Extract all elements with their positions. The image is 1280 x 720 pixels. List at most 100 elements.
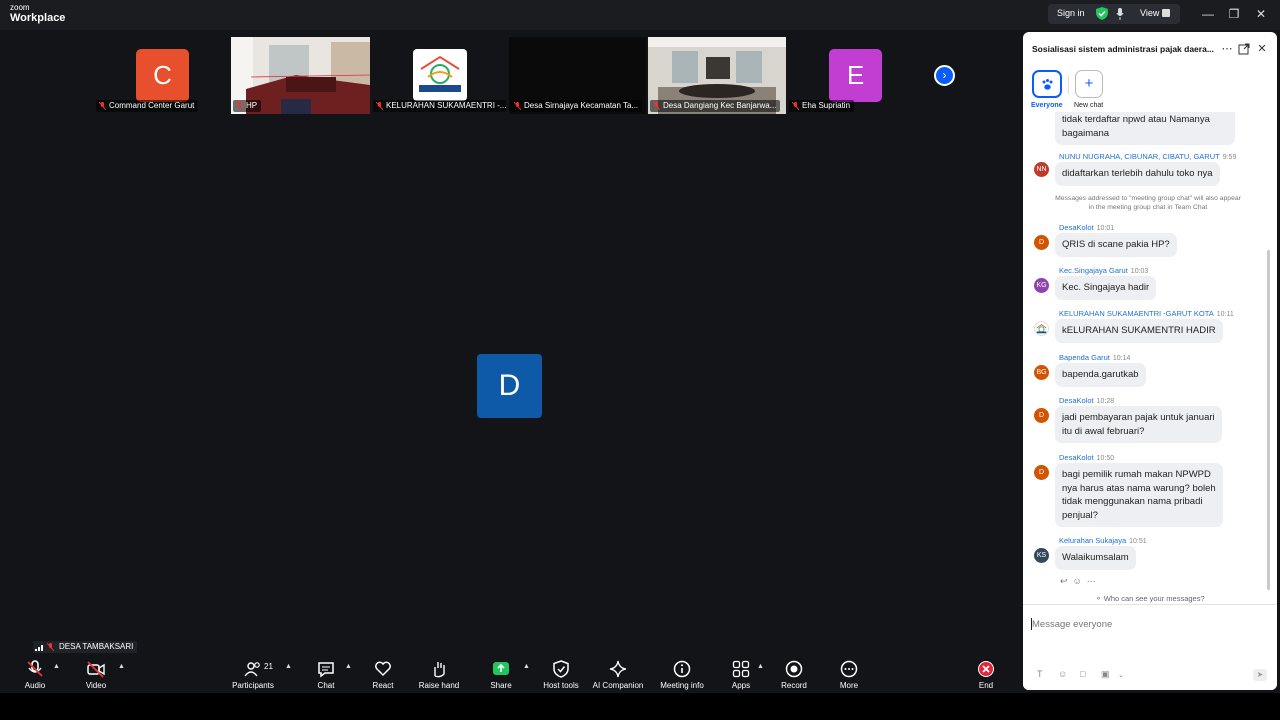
sender-name: DesaKolot [1059, 396, 1094, 405]
muted-mic-icon [653, 102, 660, 110]
participant-name-label: HP [233, 100, 262, 112]
video-tile[interactable]: HP [231, 37, 370, 114]
bottom-strip [0, 693, 1280, 720]
emoji-icon[interactable]: ☺ [1058, 669, 1067, 679]
tab-new-chat[interactable]: + [1075, 70, 1103, 98]
who-can-see-link[interactable]: ⚬ Who can see your messages? [1023, 594, 1277, 603]
more-options-icon[interactable]: ⋯ [1221, 43, 1233, 55]
share-label: Share [490, 681, 512, 690]
raise-hand-label: Raise hand [418, 681, 460, 690]
ai-companion-label: AI Companion [592, 681, 644, 690]
video-button[interactable]: Video [66, 657, 126, 691]
sender-avatar: BG [1034, 365, 1049, 380]
participant-name: Desa Sirnajaya Kecamatan Ta... [524, 101, 639, 110]
chat-label: Chat [317, 681, 335, 690]
participants-caret-icon[interactable]: ▲ [285, 663, 292, 670]
chat-title: Sosialisasi sistem administrasi pajak da… [1032, 44, 1214, 54]
brand-small: zoom [10, 3, 30, 12]
shield-check-icon[interactable] [1096, 7, 1108, 20]
message-input-area[interactable]: Message everyone T ☺ □ ▣ ⌄ ➤ [1023, 604, 1277, 690]
record-button[interactable]: Record [764, 657, 824, 691]
message-bubble: tidak terdaftar npwd atau Namanya bagaim… [1055, 112, 1235, 145]
file-icon[interactable]: □ [1080, 669, 1085, 679]
raise-hand-button[interactable]: Raise hand [409, 657, 469, 691]
video-tile[interactable]: C Command Center Garut [94, 37, 231, 114]
grid-view-icon[interactable] [1162, 9, 1170, 17]
brand-main: Workplace [10, 12, 66, 24]
send-icon[interactable]: ➤ [1253, 669, 1267, 681]
sender-name: Kec.Singajaya Garut [1059, 266, 1128, 275]
message-time: 10:03 [1130, 268, 1149, 275]
screenshot-options-caret-icon[interactable]: ⌄ [1118, 671, 1124, 679]
apps-caret-icon[interactable]: ▲ [757, 663, 764, 670]
participant-name-label: Command Center Garut [96, 100, 199, 112]
sender-line: DesaKolot 10:28 [1059, 396, 1114, 405]
muted-mic-icon [236, 102, 243, 110]
ai-companion-button[interactable]: AI Companion [588, 657, 648, 691]
meeting-toolbar: Audio ▲ Video ▲ Participants 21 ▲ Chat ▲… [0, 655, 1022, 693]
participant-name-label: Desa Sirnajaya Kecamatan Ta... [511, 100, 643, 112]
host-tools-label: Host tools [543, 681, 579, 690]
video-tile[interactable]: Desa Sirnajaya Kecamatan Ta... [509, 37, 646, 114]
video-tile[interactable]: Desa Dangiang Kec Banjarwa... [648, 37, 786, 114]
message-bubble: Kec. Singajaya hadir [1055, 276, 1157, 300]
participant-name: KELURAHAN SUKAMAENTRI -... [386, 101, 506, 110]
react-button[interactable]: React [353, 657, 413, 691]
sender-line: Kec.Singajaya Garut 10:03 [1059, 266, 1148, 275]
emoji-react-icon[interactable]: ☺ [1073, 576, 1082, 586]
end-x-icon [978, 661, 994, 677]
more-button[interactable]: More [819, 657, 879, 691]
restore-icon[interactable]: ❐ [1226, 6, 1242, 22]
screenshot-icon[interactable]: ▣ [1101, 669, 1110, 680]
zoom-window: zoom Workplace Sign in View — ❐ ✕ C Comm… [0, 0, 1280, 720]
close-chat-icon[interactable]: ✕ [1256, 43, 1268, 55]
sender-line: Kelurahan Sukajaya 10:51 [1059, 536, 1147, 545]
active-speaker-name: DESA TAMBAKSARI [59, 642, 134, 651]
text-format-icon[interactable]: T [1037, 669, 1043, 679]
video-tile[interactable]: KELURAHAN SUKAMAENTRI -... [371, 37, 508, 114]
next-page-button[interactable]: › [934, 65, 955, 86]
video-options-caret-icon[interactable]: ▲ [118, 663, 125, 670]
view-button[interactable]: View [1140, 8, 1159, 18]
video-off-icon [87, 661, 105, 678]
chevron-right-icon: › [942, 68, 947, 82]
mic-status-icon[interactable] [1116, 8, 1124, 20]
apps-label: Apps [731, 681, 751, 690]
more-label: More [839, 681, 859, 690]
reply-icon[interactable]: ↩ [1060, 576, 1068, 586]
pop-out-icon[interactable] [1238, 43, 1250, 55]
participants-button[interactable]: Participants [223, 657, 283, 691]
audio-options-caret-icon[interactable]: ▲ [53, 663, 60, 670]
sender-avatar: KG [1034, 278, 1049, 293]
close-window-icon[interactable]: ✕ [1253, 6, 1269, 22]
share-button[interactable]: Share [471, 657, 531, 691]
sender-name: KELURAHAN SUKAMAENTRI -GARUT KOTA [1059, 309, 1214, 318]
react-label: React [372, 681, 394, 690]
message-bubble: Walaikumsalam [1055, 546, 1136, 570]
end-meeting-button[interactable]: End [956, 657, 1016, 691]
video-tile[interactable]: E Eha Supriatin [787, 37, 924, 114]
message-more-icon[interactable]: ⋯ [1087, 576, 1096, 586]
chat-caret-icon[interactable]: ▲ [345, 663, 352, 670]
share-caret-icon[interactable]: ▲ [523, 663, 530, 670]
system-note: Messages addressed to "meeting group cha… [1055, 195, 1241, 211]
plus-icon: + [1084, 75, 1094, 92]
participants-count: 21 [264, 662, 273, 671]
sender-line: DesaKolot 10:50 [1059, 453, 1114, 462]
host-tools-button[interactable]: Host tools [531, 657, 591, 691]
sign-in-link[interactable]: Sign in [1057, 8, 1085, 18]
meeting-info-button[interactable]: Meeting info [652, 657, 712, 691]
muted-mic-icon [47, 643, 54, 651]
chat-scrollbar[interactable] [1267, 250, 1270, 590]
participant-name: HP [246, 101, 258, 110]
record-icon [785, 660, 803, 678]
chat-messages-list[interactable]: tidak terdaftar npwd atau Namanya bagaim… [1023, 112, 1277, 602]
record-label: Record [781, 681, 807, 690]
minimize-icon[interactable]: — [1200, 6, 1216, 22]
who-can-see-text: Who can see your messages? [1103, 594, 1205, 603]
tab-everyone[interactable] [1032, 70, 1062, 98]
active-speaker-label: DESA TAMBAKSARI [33, 641, 138, 653]
raise-hand-icon [434, 662, 445, 678]
message-bubble: QRIS di scane pakia HP? [1055, 233, 1177, 257]
message-input[interactable]: Message everyone [1030, 618, 1112, 630]
